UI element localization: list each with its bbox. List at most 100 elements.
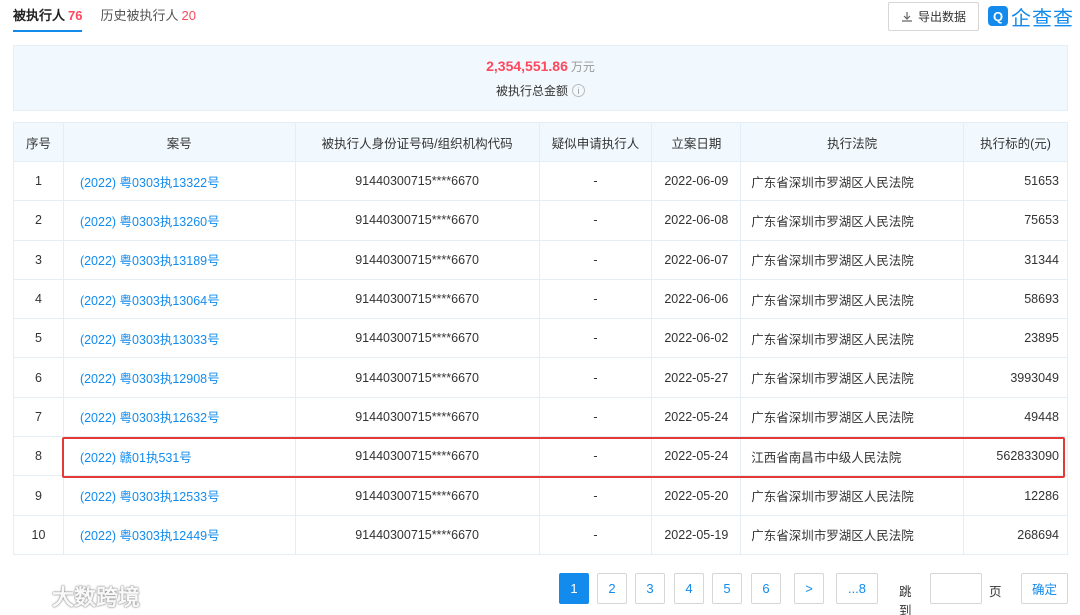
cell-date: 2022-06-08 [651, 200, 742, 241]
export-data-button[interactable]: 导出数据 [888, 2, 979, 31]
last-page-button[interactable]: ...8 [836, 573, 878, 604]
cell-court: 江西省南昌市中级人民法院 [740, 436, 965, 477]
cell-court: 广东省深圳市罗湖区人民法院 [740, 239, 965, 280]
page-button-1[interactable]: 1 [559, 573, 589, 604]
cell-date: 2022-06-02 [651, 318, 742, 359]
cell-amount: 75653 [963, 200, 1068, 241]
tab-label: 被执行人 [13, 8, 66, 23]
case-number-link[interactable]: (2022) 粤0303执13033号 [62, 318, 296, 359]
table-row: 6 (2022) 粤0303执12908号 91440300715****667… [13, 357, 1068, 398]
cell-id: 91440300715****6670 [294, 239, 540, 280]
watermark-text: 大数跨境 [52, 585, 141, 610]
case-number-link[interactable]: (2022) 粤0303执13322号 [62, 160, 296, 202]
header-applicant: 疑似申请执行人 [538, 122, 653, 162]
header-court: 执行法院 [740, 122, 965, 162]
page-button-5[interactable]: 5 [712, 573, 742, 604]
case-number-link[interactable]: (2022) 粤0303执12632号 [62, 396, 296, 438]
logo-text: 企查查 [1011, 7, 1074, 30]
logo-mark-icon: Q [988, 6, 1008, 26]
watermark: 大数跨境 [6, 580, 140, 612]
case-number-link[interactable]: (2022) 赣01执531号 [62, 436, 296, 477]
cell-no: 6 [13, 357, 64, 398]
watermark-logo-icon [6, 587, 45, 605]
cell-applicant: - [538, 318, 653, 359]
cell-id: 91440300715****6670 [294, 160, 540, 202]
table-row: 3 (2022) 粤0303执13189号 91440300715****667… [13, 239, 1068, 280]
cell-amount: 51653 [963, 160, 1068, 202]
tab-bar: 被执行人 76 历史被执行人 20 [13, 0, 196, 32]
table-row: 1 (2022) 粤0303执13322号 91440300715****667… [13, 160, 1068, 202]
cell-court: 广东省深圳市罗湖区人民法院 [740, 160, 965, 202]
page-button-2[interactable]: 2 [597, 573, 627, 604]
table-header-row: 序号 案号 被执行人身份证号码/组织机构代码 疑似申请执行人 立案日期 执行法院… [13, 122, 1068, 162]
cell-court: 广东省深圳市罗湖区人民法院 [740, 475, 965, 516]
cell-amount: 3993049 [963, 357, 1068, 398]
cell-amount: 23895 [963, 318, 1068, 359]
cell-applicant: - [538, 514, 653, 555]
total-amount-label: 被执行总金额 [495, 84, 568, 98]
case-number-link[interactable]: (2022) 粤0303执13189号 [62, 239, 296, 280]
table-row: 10 (2022) 粤0303执12449号 91440300715****66… [13, 514, 1068, 555]
cell-applicant: - [538, 357, 653, 398]
next-page-button[interactable]: > [794, 573, 824, 604]
case-number-link[interactable]: (2022) 粤0303执12449号 [62, 514, 296, 555]
cell-amount: 58693 [963, 278, 1068, 320]
cell-no: 4 [13, 278, 64, 320]
cell-id: 91440300715****6670 [294, 278, 540, 320]
cell-applicant: - [538, 239, 653, 280]
cell-applicant: - [538, 475, 653, 516]
jump-confirm-button[interactable]: 确定 [1021, 573, 1068, 604]
case-number-link[interactable]: (2022) 粤0303执13064号 [62, 278, 296, 320]
download-icon [901, 11, 912, 22]
cell-applicant: - [538, 278, 653, 320]
case-number-link[interactable]: (2022) 粤0303执12533号 [62, 475, 296, 516]
tab-history-executed-person[interactable]: 历史被执行人 20 [100, 0, 195, 32]
cell-date: 2022-05-20 [651, 475, 742, 516]
cell-id: 91440300715****6670 [294, 396, 540, 438]
total-amount-value: 2,354,551.86 [486, 58, 568, 74]
total-amount-label-row: 被执行总金额 i [14, 82, 1067, 99]
cell-court: 广东省深圳市罗湖区人民法院 [740, 200, 965, 241]
total-amount-unit: 万元 [570, 60, 595, 74]
cell-applicant: - [538, 436, 653, 477]
header-filing-date: 立案日期 [651, 122, 742, 162]
cell-no: 8 [13, 436, 64, 477]
header-id-code: 被执行人身份证号码/组织机构代码 [294, 122, 540, 162]
table-row: 5 (2022) 粤0303执13033号 91440300715****667… [13, 318, 1068, 359]
cell-court: 广东省深圳市罗湖区人民法院 [740, 396, 965, 438]
jump-page-input[interactable] [930, 573, 982, 604]
tab-count: 76 [68, 8, 83, 23]
cell-no: 3 [13, 239, 64, 280]
header-case-number: 案号 [62, 122, 296, 162]
cell-no: 9 [13, 475, 64, 516]
cell-id: 91440300715****6670 [294, 200, 540, 241]
cell-amount: 31344 [963, 239, 1068, 280]
page-button-6[interactable]: 6 [751, 573, 781, 604]
cell-court: 广东省深圳市罗湖区人民法院 [740, 357, 965, 398]
total-amount: 2,354,551.86 万元 [14, 58, 1067, 75]
cell-id: 91440300715****6670 [294, 318, 540, 359]
tab-count: 20 [181, 8, 196, 23]
case-number-link[interactable]: (2022) 粤0303执13260号 [62, 200, 296, 241]
cell-date: 2022-05-27 [651, 357, 742, 398]
table-row: 9 (2022) 粤0303执12533号 91440300715****667… [13, 475, 1068, 516]
table-row: 8 (2022) 赣01执531号 91440300715****6670 - … [13, 436, 1068, 477]
cell-court: 广东省深圳市罗湖区人民法院 [740, 514, 965, 555]
tab-executed-person[interactable]: 被执行人 76 [13, 0, 83, 32]
page-button-3[interactable]: 3 [635, 573, 665, 604]
cell-id: 91440300715****6670 [294, 357, 540, 398]
tab-label: 历史被执行人 [100, 8, 179, 23]
table-row: 7 (2022) 粤0303执12632号 91440300715****667… [13, 396, 1068, 438]
case-number-link[interactable]: (2022) 粤0303执12908号 [62, 357, 296, 398]
total-amount-summary: 2,354,551.86 万元 被执行总金额 i [13, 45, 1068, 111]
cell-amount: 562833090 [963, 436, 1068, 477]
info-icon[interactable]: i [572, 84, 585, 97]
jump-to-label: 跳到 [899, 585, 912, 615]
cell-id: 91440300715****6670 [294, 475, 540, 516]
executed-person-table: 序号 案号 被执行人身份证号码/组织机构代码 疑似申请执行人 立案日期 执行法院… [13, 122, 1068, 555]
cell-date: 2022-06-09 [651, 160, 742, 202]
cell-no: 10 [13, 514, 64, 555]
cell-date: 2022-05-24 [651, 436, 742, 477]
cell-no: 5 [13, 318, 64, 359]
page-button-4[interactable]: 4 [674, 573, 704, 604]
